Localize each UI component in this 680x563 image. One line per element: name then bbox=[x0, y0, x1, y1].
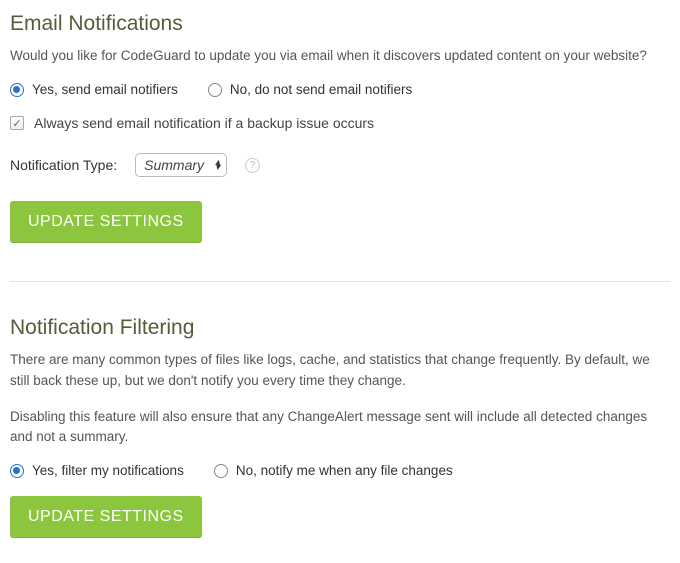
filtering-radio-yes[interactable]: Yes, filter my notifications bbox=[10, 463, 184, 478]
notification-type-select[interactable]: Summary ▴▾ bbox=[135, 153, 227, 177]
backup-issue-label: Always send email notification if a back… bbox=[34, 115, 374, 131]
notification-type-label: Notification Type: bbox=[10, 157, 117, 173]
email-radio-yes[interactable]: Yes, send email notifiers bbox=[10, 82, 178, 97]
email-question: Would you like for CodeGuard to update y… bbox=[10, 46, 670, 66]
section-divider bbox=[10, 281, 670, 282]
chevron-updown-icon: ▴▾ bbox=[215, 160, 220, 170]
email-radio-group: Yes, send email notifiers No, do not sen… bbox=[10, 82, 670, 97]
update-settings-button[interactable]: UPDATE SETTINGS bbox=[10, 201, 202, 243]
backup-issue-checkbox[interactable]: ✓ bbox=[10, 116, 24, 130]
filtering-para2: Disabling this feature will also ensure … bbox=[10, 407, 670, 448]
notification-type-value: Summary bbox=[144, 157, 204, 173]
filtering-heading: Notification Filtering bbox=[10, 316, 670, 340]
radio-icon bbox=[208, 83, 222, 97]
email-radio-no-label: No, do not send email notifiers bbox=[230, 82, 412, 97]
notification-type-row: Notification Type: Summary ▴▾ ? bbox=[10, 153, 670, 177]
filtering-radio-group: Yes, filter my notifications No, notify … bbox=[10, 463, 670, 478]
radio-icon bbox=[10, 83, 24, 97]
filtering-para1: There are many common types of files lik… bbox=[10, 350, 670, 391]
filtering-radio-yes-label: Yes, filter my notifications bbox=[32, 463, 184, 478]
notification-filtering-section: Notification Filtering There are many co… bbox=[10, 316, 670, 538]
backup-issue-checkbox-row: ✓ Always send email notification if a ba… bbox=[10, 115, 670, 131]
email-radio-yes-label: Yes, send email notifiers bbox=[32, 82, 178, 97]
email-radio-no[interactable]: No, do not send email notifiers bbox=[208, 82, 412, 97]
help-icon[interactable]: ? bbox=[245, 158, 260, 173]
update-settings-button[interactable]: UPDATE SETTINGS bbox=[10, 496, 202, 538]
filtering-radio-no[interactable]: No, notify me when any file changes bbox=[214, 463, 453, 478]
email-notifications-section: Email Notifications Would you like for C… bbox=[10, 12, 670, 243]
radio-icon bbox=[214, 464, 228, 478]
email-heading: Email Notifications bbox=[10, 12, 670, 36]
radio-icon bbox=[10, 464, 24, 478]
filtering-radio-no-label: No, notify me when any file changes bbox=[236, 463, 453, 478]
